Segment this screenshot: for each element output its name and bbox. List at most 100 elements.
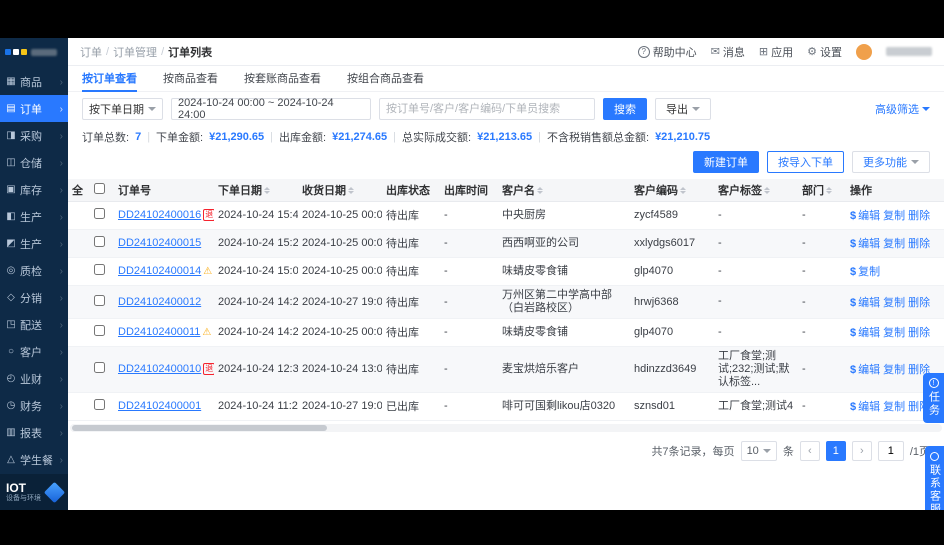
row-checkbox[interactable] [94, 399, 105, 410]
prev-page-button[interactable]: ‹ [799, 440, 820, 461]
payment-icon[interactable]: $ [850, 266, 856, 278]
col-customer[interactable]: 客户名 [498, 179, 630, 202]
sidebar-item-production[interactable]: ◧ 生产 [0, 203, 68, 230]
breadcrumb-orders[interactable]: 订单 [80, 44, 102, 60]
row-checkbox[interactable] [94, 325, 105, 336]
copy-link[interactable]: 复制 [883, 364, 905, 376]
col-receive-date[interactable]: 收货日期 [298, 179, 382, 202]
sidebar-item-goods[interactable]: ▦ 商品 [0, 68, 68, 95]
delete-link[interactable]: 删除 [908, 297, 930, 309]
horizontal-scrollbar[interactable] [70, 423, 942, 432]
col-department[interactable]: 部门 [798, 179, 846, 202]
sidebar-item-finance[interactable]: ◷ 财务 [0, 392, 68, 419]
sidebar-item-warehouse[interactable]: ◫ 仓储 [0, 149, 68, 176]
row-checkbox[interactable] [94, 236, 105, 247]
advanced-filter-link[interactable]: 高级筛选 [875, 101, 930, 117]
sidebar-item-business-finance[interactable]: ◴ 业财 [0, 365, 68, 392]
payment-icon[interactable]: $ [850, 297, 856, 309]
sort-icon[interactable] [537, 187, 543, 195]
col-order-date[interactable]: 下单日期 [214, 179, 298, 202]
sidebar-item-reports[interactable]: ▥ 报表 [0, 419, 68, 446]
new-order-button[interactable]: 新建订单 [693, 151, 759, 173]
order-link[interactable]: DD24102400014 [118, 265, 201, 277]
sort-icon[interactable] [348, 187, 354, 195]
sidebar-item-purchase[interactable]: ◨ 采购 [0, 122, 68, 149]
sidebar-item-inventory[interactable]: ▣ 库存 [0, 176, 68, 203]
col-customer-code[interactable]: 客户编码 [630, 179, 714, 202]
row-checkbox[interactable] [94, 208, 105, 219]
tab-by-order[interactable]: 按订单查看 [82, 66, 137, 92]
task-floating-button[interactable]: ! 任务 [923, 373, 944, 423]
sidebar-item-production-2[interactable]: ◩ 生产 [0, 230, 68, 257]
row-checkbox[interactable] [94, 264, 105, 275]
search-input[interactable] [379, 98, 595, 120]
col-outbound-status[interactable]: 出库状态 [382, 179, 440, 202]
sidebar-item-orders[interactable]: ▤ 订单 [0, 95, 68, 122]
col-customer-tags[interactable]: 客户标签 [714, 179, 798, 202]
sort-icon[interactable] [764, 187, 770, 195]
tab-by-combo-product[interactable]: 按组合商品查看 [347, 66, 424, 92]
apps-button[interactable]: ⊞ 应用 [759, 44, 793, 60]
row-checkbox[interactable] [94, 362, 105, 373]
import-order-button[interactable]: 按导入下单 [767, 151, 844, 173]
delete-link[interactable]: 删除 [908, 327, 930, 339]
payment-icon[interactable]: $ [850, 364, 856, 376]
messages-button[interactable]: ✉ 消息 [711, 44, 745, 60]
copy-link[interactable]: 复制 [883, 297, 905, 309]
payment-icon[interactable]: $ [850, 401, 856, 413]
breadcrumb-order-mgmt[interactable]: 订单管理 [113, 44, 157, 60]
select-all-checkbox[interactable] [94, 182, 105, 194]
sort-icon[interactable] [264, 187, 270, 195]
search-button[interactable]: 搜索 [603, 98, 647, 120]
sidebar-item-customers[interactable]: ○ 客户 [0, 338, 68, 365]
export-button[interactable]: 导出 [655, 98, 711, 120]
payment-icon[interactable]: $ [850, 238, 856, 250]
row-checkbox[interactable] [94, 294, 105, 306]
page-size-select[interactable]: 10 [740, 440, 777, 461]
delete-link[interactable]: 删除 [908, 238, 930, 250]
avatar[interactable] [856, 43, 872, 60]
tab-by-set-product[interactable]: 按套账商品查看 [244, 66, 321, 92]
sidebar-item-delivery[interactable]: ◳ 配送 [0, 311, 68, 338]
edit-link[interactable]: 编辑 [858, 238, 880, 250]
more-functions-button[interactable]: 更多功能 [852, 151, 930, 173]
settings-button[interactable]: ⚙ 设置 [807, 44, 842, 60]
edit-link[interactable]: 编辑 [858, 210, 880, 222]
edit-link[interactable]: 编辑 [858, 327, 880, 339]
order-link[interactable]: DD24102400010 [118, 363, 201, 375]
contact-support-floating-button[interactable]: 联系客服 [925, 446, 944, 510]
sort-icon[interactable] [826, 187, 832, 195]
tab-by-product[interactable]: 按商品查看 [163, 66, 218, 92]
edit-link[interactable]: 编辑 [858, 364, 880, 376]
sort-icon[interactable] [680, 187, 686, 195]
page-jump-input[interactable] [877, 440, 904, 461]
iot-footer[interactable]: IOT 设备与环境 [0, 474, 68, 510]
copy-link[interactable]: 复制 [883, 327, 905, 339]
col-select-all[interactable]: 全 [68, 179, 90, 202]
order-link[interactable]: DD24102400016 [118, 209, 201, 221]
edit-link[interactable]: 编辑 [858, 401, 880, 413]
copy-link[interactable]: 复制 [883, 210, 905, 222]
next-page-button[interactable]: › [851, 440, 872, 461]
order-link[interactable]: DD24102400011 [118, 326, 200, 338]
col-outbound-time[interactable]: 出库时间 [440, 179, 498, 202]
user-name-redacted[interactable] [886, 47, 932, 56]
date-range-input[interactable]: 2024-10-24 00:00 ~ 2024-10-24 24:00 [171, 97, 371, 121]
copy-link[interactable]: 复制 [883, 401, 905, 413]
order-link[interactable]: DD24102400015 [118, 237, 201, 249]
delete-link[interactable]: 删除 [908, 210, 930, 222]
sidebar-item-student-meal[interactable]: △ 学生餐 [0, 446, 68, 473]
col-order-no[interactable]: 订单号 [114, 179, 214, 202]
copy-link[interactable]: 复制 [858, 266, 880, 278]
payment-icon[interactable]: $ [850, 210, 856, 222]
edit-link[interactable]: 编辑 [858, 297, 880, 309]
copy-link[interactable]: 复制 [883, 238, 905, 250]
sidebar-item-distribution[interactable]: ◇ 分销 [0, 284, 68, 311]
date-type-select[interactable]: 按下单日期 [82, 98, 163, 120]
order-link[interactable]: DD24102400012 [118, 296, 201, 308]
payment-icon[interactable]: $ [850, 327, 856, 339]
scrollbar-thumb[interactable] [72, 424, 327, 431]
order-link[interactable]: DD24102400001 [118, 400, 201, 412]
help-center-button[interactable]: ? 帮助中心 [637, 44, 697, 60]
sidebar-item-quality[interactable]: ◎ 质检 [0, 257, 68, 284]
